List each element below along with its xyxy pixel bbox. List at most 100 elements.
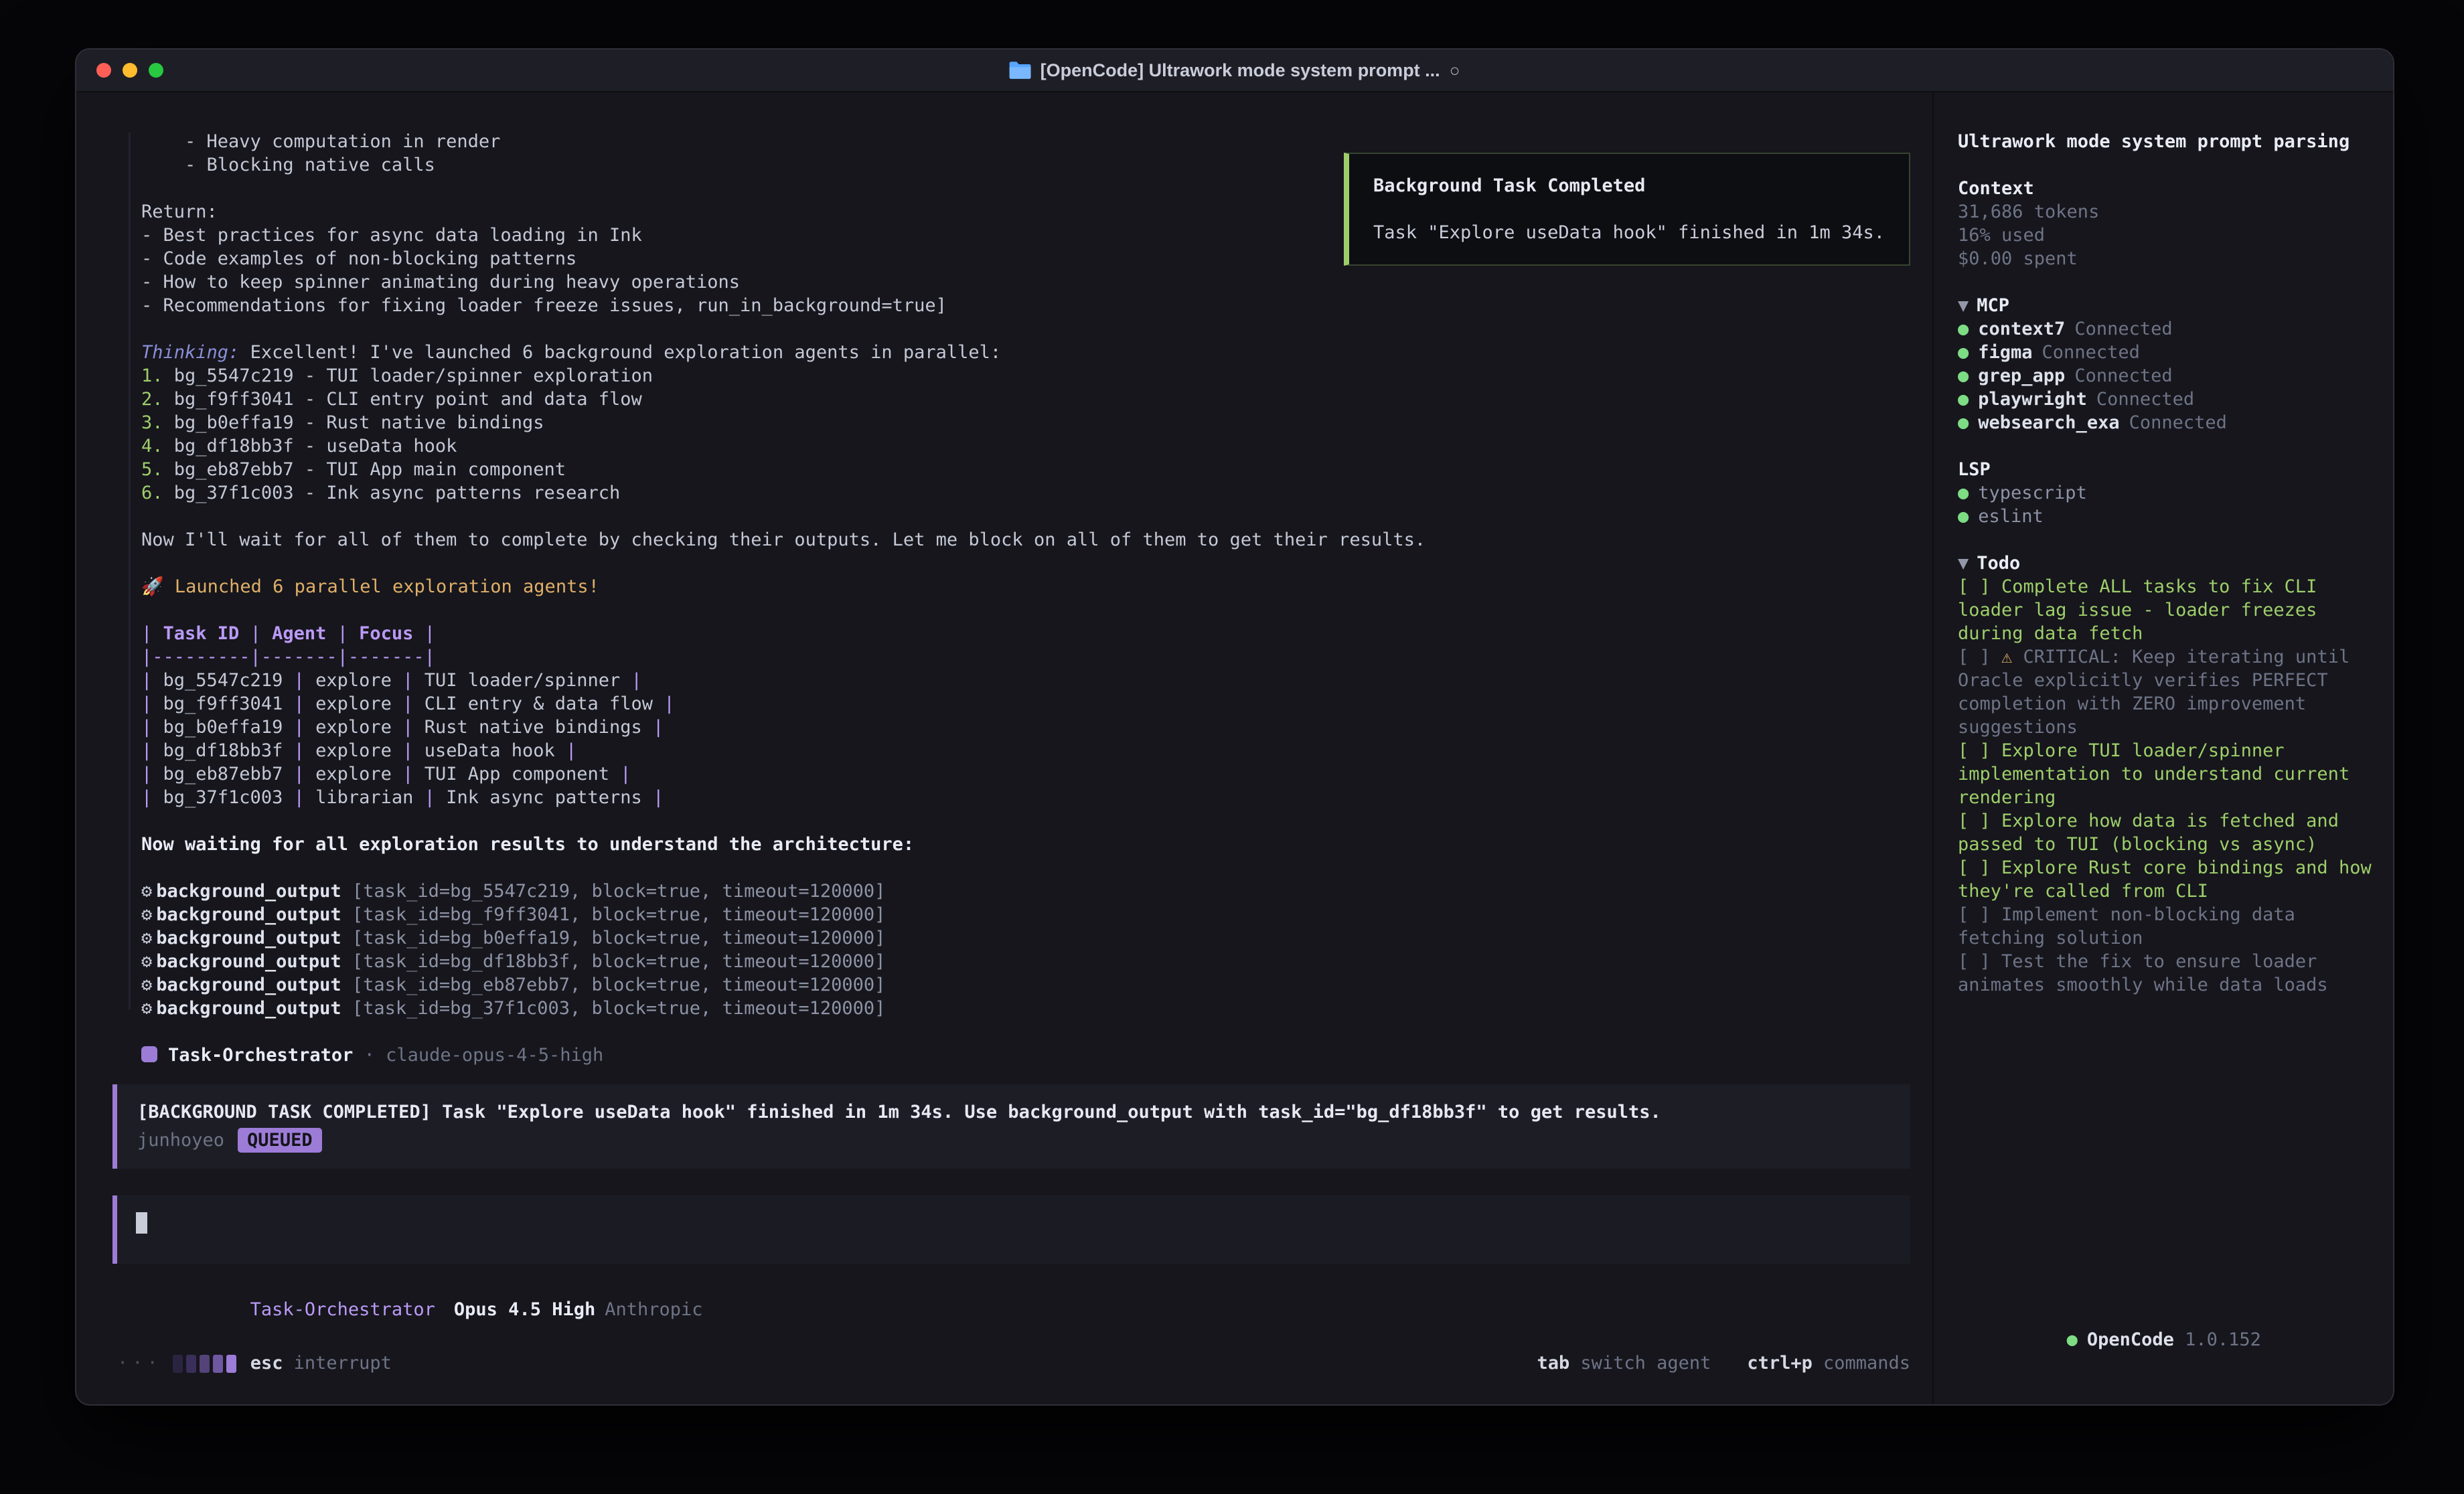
ctrlp-key-hint: ctrl+p — [1747, 1351, 1813, 1375]
traffic-lights — [76, 63, 163, 78]
terminal-line: 4. bg_df18bb3f - useData hook — [141, 434, 1910, 458]
mcp-item: ●grep_appConnected — [1958, 364, 2374, 388]
todo-checkbox: [ ] — [1958, 951, 2001, 972]
todo-item: [ ] Complete ALL tasks to fix CLI loader… — [1958, 575, 2374, 645]
todo-text: Explore TUI loader/spinner implementatio… — [1958, 740, 2360, 808]
agent-icon — [141, 1046, 157, 1062]
chevron-down-icon: ▼ — [1958, 295, 1969, 316]
model-line: Task-OrchestratorOpus 4.5 HighAnthropic — [141, 1274, 1910, 1345]
model-provider: Anthropic — [605, 1299, 702, 1320]
terminal-line: | Task ID | Agent | Focus | — [141, 622, 1910, 645]
spinner-block — [186, 1355, 196, 1373]
mcp-heading: ▼MCP — [1958, 294, 2374, 317]
session-title: Ultrawork mode system prompt parsing — [1958, 130, 2374, 153]
task-user: junhoyeo — [137, 1129, 224, 1152]
lsp-item: ●typescript — [1958, 481, 2374, 505]
todo-checkbox: [ ] — [1958, 740, 2001, 761]
mcp-name: playwright — [1978, 389, 2087, 410]
mcp-status: Connected — [2129, 412, 2227, 433]
lsp-item: ● eslint — [1958, 505, 2374, 528]
context-used: 16% used — [1958, 224, 2374, 247]
window-title: [OpenCode] Ultrawork mode system prompt … — [1010, 60, 1460, 81]
app-name: OpenCode — [2087, 1329, 2174, 1350]
terminal-line: |---------|-------|-------| — [141, 645, 1910, 669]
terminal-line: - How to keep spinner animating during h… — [141, 270, 1910, 294]
terminal-line: 6. bg_37f1c003 - Ink async patterns rese… — [141, 481, 1910, 505]
mcp-status: Connected — [2074, 365, 2172, 386]
todo-text: Implement non-blocking data fetching sol… — [1958, 904, 2306, 948]
mcp-status: Connected — [2042, 342, 2140, 363]
titlebar[interactable]: [OpenCode] Ultrawork mode system prompt … — [76, 50, 2393, 92]
todo-section: ▼Todo [ ] Complete ALL tasks to fix CLI … — [1958, 552, 2374, 997]
status-dot-icon: ● — [1958, 412, 1969, 433]
mcp-name: context7 — [1978, 319, 2065, 339]
lsp-name: eslint — [1978, 506, 2044, 527]
terminal-output: - Heavy computation in render - Blocking… — [141, 130, 1910, 1067]
ctrlp-key-label: commands — [1823, 1351, 1910, 1375]
terminal-line: ⚙background_output [task_id=bg_5547c219,… — [141, 880, 1910, 903]
zoom-button[interactable] — [149, 63, 163, 78]
queued-badge: QUEUED — [238, 1128, 322, 1153]
notification-toast[interactable]: Background Task Completed Task "Explore … — [1344, 153, 1910, 266]
status-dot-icon: ● — [1958, 319, 1969, 339]
mcp-name: figma — [1978, 342, 2032, 363]
minimize-button[interactable] — [123, 63, 137, 78]
chevron-down-icon: ▼ — [1958, 553, 1969, 574]
terminal-line: | bg_f9ff3041 | explore | CLI entry & da… — [141, 692, 1910, 716]
gear-icon: ⚙ — [141, 951, 152, 972]
text-cursor — [136, 1212, 147, 1234]
opencode-window: [OpenCode] Ultrawork mode system prompt … — [75, 48, 2394, 1406]
background-task-message: [BACKGROUND TASK COMPLETED] Task "Explor… — [112, 1084, 1910, 1169]
terminal-line: ⚙background_output [task_id=bg_f9ff3041,… — [141, 903, 1910, 926]
gear-icon: ⚙ — [141, 928, 152, 948]
statusbar-right: tab switch agent ctrl+p commands — [1537, 1351, 1910, 1375]
spinner-block — [200, 1355, 210, 1373]
mcp-item: ● figma Connected — [1958, 341, 2374, 364]
terminal-line — [141, 505, 1910, 528]
gear-icon: ⚙ — [141, 904, 152, 925]
todo-item: [ ] Implement non-blocking data fetching… — [1958, 903, 2374, 950]
task-message-meta: junhoyeo QUEUED — [137, 1128, 1890, 1153]
status-dot-icon: ● — [1958, 342, 1969, 363]
terminal-line: - Recommendations for fixing loader free… — [141, 294, 1910, 317]
terminal-line: | bg_b0effa19 | explore | Rust native bi… — [141, 716, 1910, 739]
app-version-number: 1.0.152 — [2185, 1329, 2261, 1350]
todo-item: [ ] Explore TUI loader/spinner implement… — [1958, 739, 2374, 809]
mcp-item: ●websearch_exaConnected — [1958, 411, 2374, 434]
todo-heading: ▼Todo — [1958, 552, 2374, 575]
mcp-list: ● context7 Connected ● figma Connected ● grep_a… — [1958, 317, 2374, 434]
terminal-line: | bg_5547c219 | explore | TUI loader/spi… — [141, 669, 1910, 692]
context-heading: Context — [1958, 177, 2374, 200]
status-dot-icon: ● — [2067, 1329, 2078, 1350]
terminal-line: 3. bg_b0effa19 - Rust native bindings — [141, 411, 1910, 434]
window-title-text: [OpenCode] Ultrawork mode system prompt … — [1041, 60, 1440, 81]
activity-indicator-icon: ○ — [1450, 60, 1460, 81]
status-dot-icon: ● — [1958, 506, 1969, 527]
terminal-line: Now I'll wait for all of them to complet… — [141, 528, 1910, 552]
terminal-line: Now waiting for all exploration results … — [141, 833, 1910, 856]
spinner-dots: ··· — [117, 1351, 162, 1375]
terminal-line: 5. bg_eb87ebb7 - TUI App main component — [141, 458, 1910, 481]
status-dot-icon: ● — [1958, 389, 1969, 410]
todo-checkbox: [ ] — [1958, 904, 2001, 925]
prompt-input[interactable] — [112, 1195, 1910, 1264]
lsp-section: LSP ●typescript●eslint — [1958, 458, 2374, 528]
close-button[interactable] — [96, 63, 111, 78]
spinner-block — [226, 1355, 236, 1373]
esc-key-label: interrupt — [294, 1351, 392, 1375]
desktop: [OpenCode] Ultrawork mode system prompt … — [0, 0, 2464, 1494]
status-dot-icon: ● — [1958, 483, 1969, 503]
todo-checkbox: [ ] — [1958, 647, 2001, 667]
agent-name: Task-Orchestrator — [250, 1299, 435, 1320]
terminal-main: - Heavy computation in render - Blocking… — [76, 92, 1932, 1404]
terminal-line: | bg_eb87ebb7 | explore | TUI App compon… — [141, 762, 1910, 786]
spinner-icon — [173, 1351, 240, 1375]
terminal-line — [141, 598, 1910, 622]
notification-title: Background Task Completed — [1373, 174, 1885, 197]
esc-key-hint: esc — [250, 1351, 283, 1375]
mcp-name: grep_app — [1978, 365, 2065, 386]
task-message-text: [BACKGROUND TASK COMPLETED] Task "Explor… — [137, 1100, 1890, 1124]
terminal-line: 1. bg_5547c219 - TUI loader/spinner expl… — [141, 364, 1910, 388]
folder-icon — [1010, 62, 1031, 79]
terminal-line: | bg_df18bb3f | explore | useData hook | — [141, 739, 1910, 762]
